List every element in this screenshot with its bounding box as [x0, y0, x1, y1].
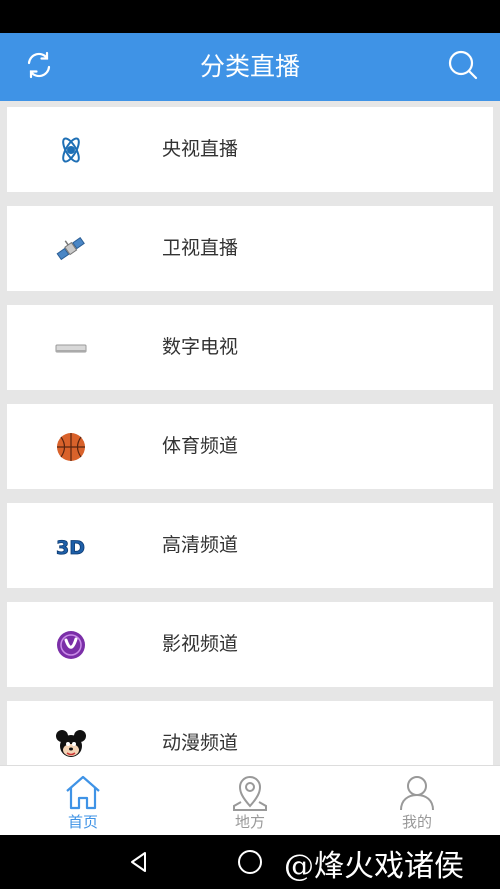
nav-label: 我的: [401, 813, 432, 831]
nav-label: 地方: [234, 813, 265, 831]
back-button[interactable]: [122, 845, 156, 879]
category-item-anime[interactable]: 动漫频道: [7, 701, 493, 765]
category-label: 卫视直播: [162, 237, 239, 259]
home-system-button[interactable]: [233, 845, 267, 879]
satellite-icon: [55, 233, 87, 265]
user-icon: [397, 772, 437, 812]
set-top-box-icon: [55, 332, 87, 364]
category-item-satellite[interactable]: 卫视直播: [7, 206, 493, 291]
bottom-nav: 首页 地方 我的: [0, 765, 500, 835]
nav-tab-home[interactable]: 首页: [0, 766, 166, 836]
category-label: 央视直播: [162, 138, 239, 160]
nav-tab-profile[interactable]: 我的: [334, 766, 500, 836]
status-bar: [0, 0, 500, 33]
page-title: 分类直播: [199, 52, 300, 81]
basketball-icon: [55, 431, 87, 463]
category-label: 数字电视: [162, 336, 239, 358]
nav-label: 首页: [67, 813, 98, 831]
search-icon: [447, 49, 479, 85]
svg-text:3D: 3D: [56, 537, 85, 559]
category-item-digital-tv[interactable]: 数字电视: [7, 305, 493, 390]
app-bar: 分类直播: [0, 33, 500, 101]
back-triangle-icon: [131, 852, 146, 872]
category-label: 体育频道: [162, 435, 239, 457]
category-item-sports[interactable]: 体育频道: [7, 404, 493, 489]
location-icon: [230, 772, 270, 812]
nav-tab-local[interactable]: 地方: [167, 766, 333, 836]
3d-icon: 3D: [55, 530, 87, 562]
category-item-cctv[interactable]: 央视直播: [7, 107, 493, 192]
watermark: @烽火戏诸侯: [284, 849, 464, 884]
system-nav-bar: @烽火戏诸侯: [0, 835, 500, 889]
category-item-movies[interactable]: 影视频道: [7, 602, 493, 687]
home-icon: [63, 772, 103, 812]
home-circle-icon: [238, 850, 262, 874]
category-list: 央视直播 卫视直播 数字电视 体育频道 3D 高清频道 影视频道 动漫频道: [0, 101, 500, 765]
search-button[interactable]: [443, 47, 483, 87]
category-item-hd[interactable]: 3D 高清频道: [7, 503, 493, 588]
category-label: 高清频道: [162, 534, 239, 556]
mickey-icon: [55, 728, 87, 760]
film-icon: [55, 629, 87, 661]
category-label: 动漫频道: [162, 732, 239, 754]
atom-icon: [55, 134, 87, 166]
category-label: 影视频道: [162, 633, 239, 655]
